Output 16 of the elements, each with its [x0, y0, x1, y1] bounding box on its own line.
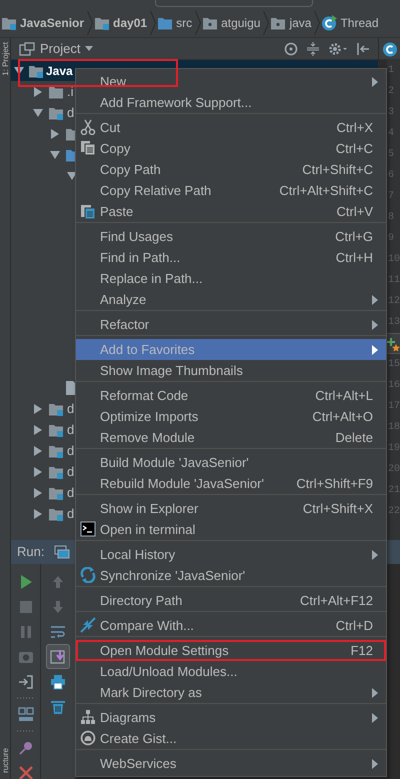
- shortcut-label: Ctrl+Alt+F12: [300, 592, 373, 610]
- shortcut-label: Ctrl+Shift+F9: [296, 474, 373, 493]
- shortcut-label: Ctrl+V: [336, 202, 373, 221]
- shortcut-label: Ctrl+Alt+O: [312, 408, 373, 426]
- shortcut-label: Delete: [335, 428, 373, 447]
- shortcut-label: Ctrl+C: [336, 140, 373, 158]
- shortcut-label: Ctrl+D: [336, 616, 373, 635]
- shortcut-label: Ctrl+Shift+X: [302, 500, 373, 518]
- shortcut-label: F12: [350, 642, 373, 660]
- shortcut-label: Ctrl+Shift+C: [302, 160, 373, 179]
- panel-title: Run:: [17, 543, 44, 562]
- shortcut-label: Ctrl+Alt+Shift+C: [279, 182, 373, 200]
- shortcut-label: Ctrl+H: [336, 248, 373, 267]
- shortcut-label: Ctrl+X: [336, 118, 373, 137]
- shortcut-label: Ctrl+G: [335, 228, 373, 246]
- shortcut-label: Ctrl+Alt+L: [315, 386, 373, 405]
